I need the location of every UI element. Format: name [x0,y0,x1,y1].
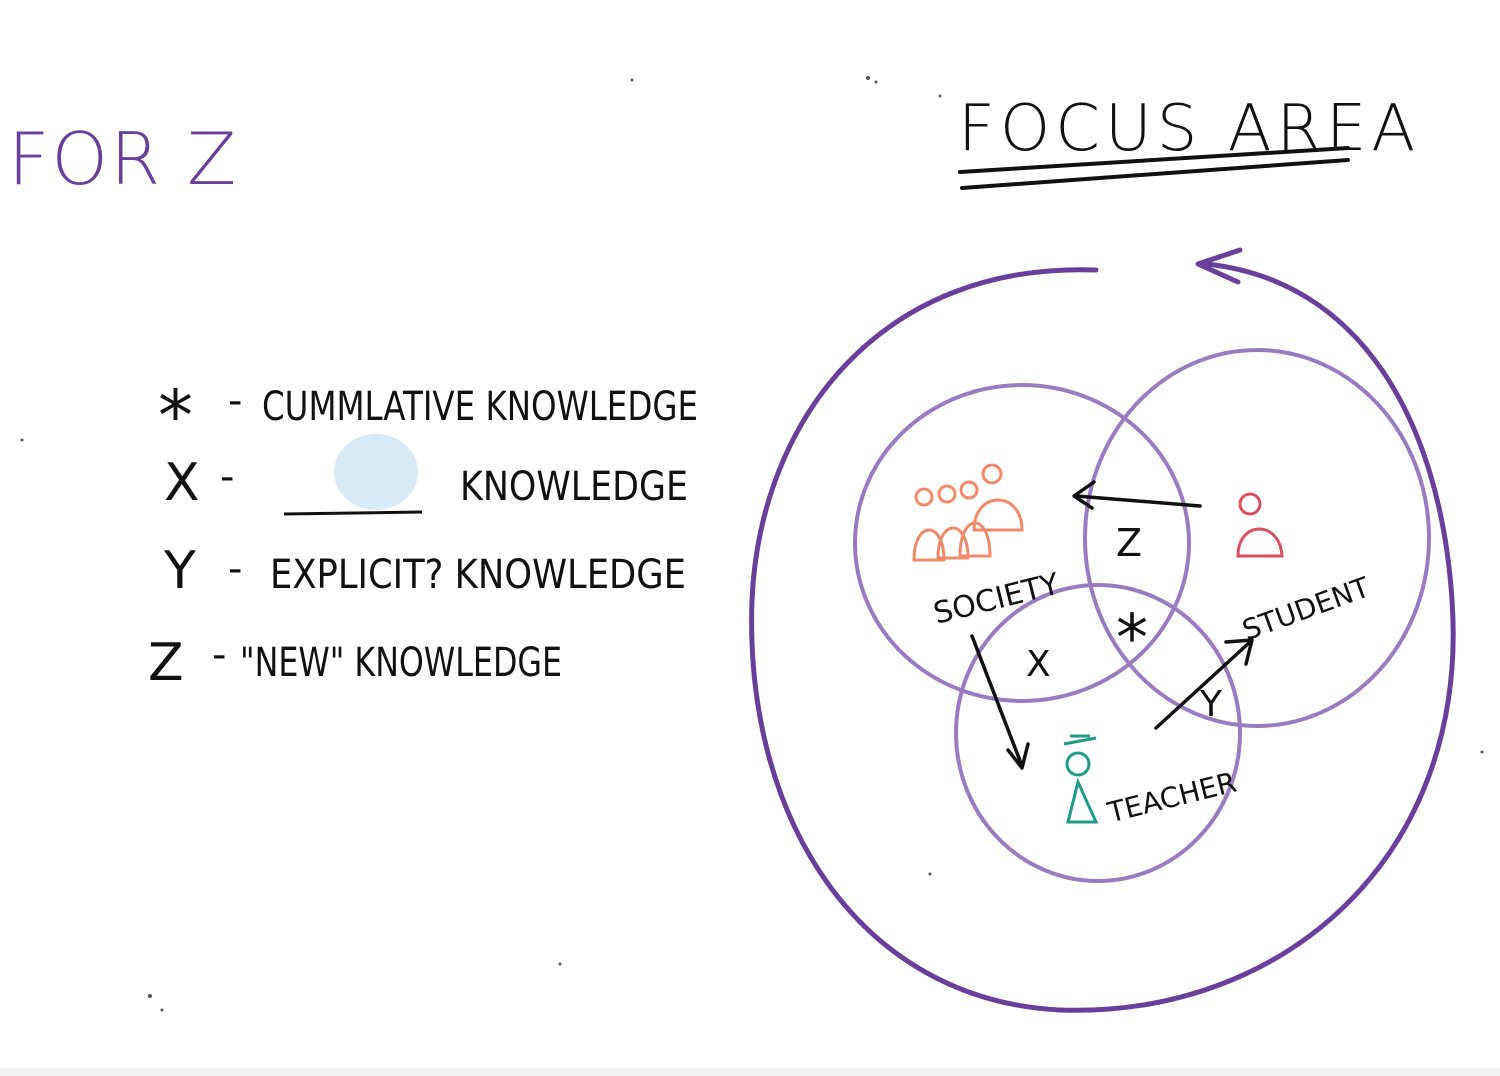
society-group-icon [912,463,1024,562]
legend-y-dash: - [228,546,242,592]
teacher-label: TEACHER [1103,766,1239,830]
outer-cycle-loop [749,261,1456,1013]
corner-note: FOR Z [8,117,238,201]
legend-star-symbol: * [158,375,193,457]
whiteboard-drawing: FOR Z FOCUS AREA * - CUMMLATIVE KNOWLEDG… [8,76,1484,1013]
teacher-circle [954,583,1242,883]
legend-z-dash: - [212,632,226,678]
legend-x-symbol: X [164,453,200,513]
knowledge-flow-arrows [970,480,1254,770]
legend-y-text: EXPLICIT? KNOWLEDGE [270,552,686,598]
page-title: FOCUS AREA [958,92,1420,166]
legend-x-text: KNOWLEDGE [460,464,688,510]
legend-z-text: "NEW" KNOWLEDGE [240,640,562,686]
legend-star-text: CUMMLATIVE KNOWLEDGE [262,384,698,430]
legend-star-dash: - [228,378,242,424]
marker-specks [20,76,1484,1012]
legend-z-symbol: Z [148,633,184,693]
region-y: Y [1199,684,1223,725]
region-x: X [1026,644,1051,685]
blank-line [283,510,423,516]
teacher-person-icon [1063,734,1099,824]
region-star: * [1116,602,1148,676]
whiteboard: FOR Z FOCUS AREA * - CUMMLATIVE KNOWLEDG… [0,0,1500,1076]
student-label: STUDENT [1238,570,1375,647]
region-z: Z [1116,521,1142,565]
student-person-icon [1236,492,1284,558]
blue-smudge [334,434,418,510]
legend-y-symbol: Y [163,541,196,601]
board-bottom-edge [0,1068,1500,1076]
legend-x-dash: - [220,454,234,500]
legend: * - CUMMLATIVE KNOWLEDGE X - KNOWLEDGE Y… [148,375,698,693]
society-label: SOCIETY [930,567,1063,632]
